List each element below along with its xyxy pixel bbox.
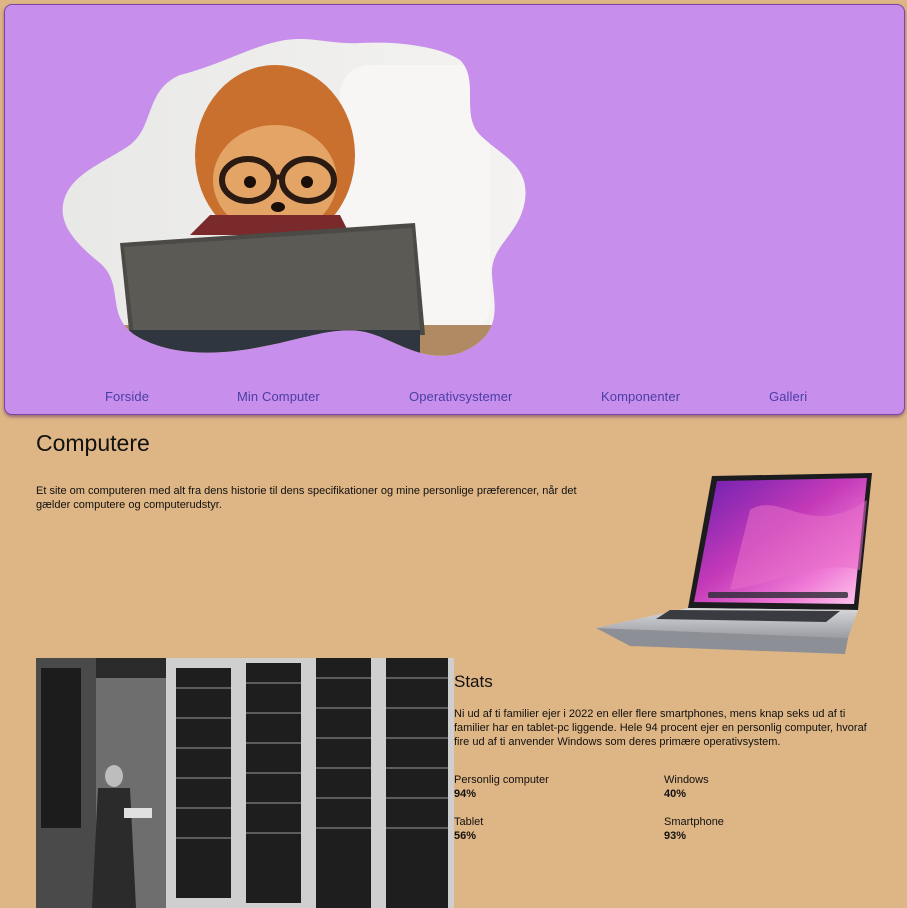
- page-title: Computere: [36, 430, 150, 456]
- nav-link-galleri[interactable]: Galleri: [769, 389, 807, 404]
- site-header: Forside Min Computer Operativsystemer Ko…: [4, 4, 905, 415]
- stat-label: Smartphone: [664, 816, 724, 828]
- stat-label: Personlig computer: [454, 774, 549, 786]
- nav-link-komponenter[interactable]: Komponenter: [601, 389, 680, 404]
- laptop-image: [596, 473, 872, 654]
- hero-dog-image: [62, 39, 526, 356]
- nav-link-min-computer[interactable]: Min Computer: [237, 389, 320, 404]
- stats-text: Ni ud af ti familier ejer i 2022 en elle…: [454, 708, 867, 748]
- stat-label: Windows: [664, 774, 709, 786]
- stat-value: 94%: [454, 788, 477, 800]
- stats-title: Stats: [454, 672, 493, 691]
- stat-windows: Windows 40%: [664, 773, 709, 801]
- stat-personlig-computer: Personlig computer 94%: [454, 773, 549, 801]
- stat-tablet: Tablet 56%: [454, 815, 483, 843]
- server-room-photo: [36, 658, 454, 908]
- intro-text: Et site om computeren med alt fra dens h…: [36, 485, 577, 511]
- nav-link-operativsystemer[interactable]: Operativsystemer: [409, 389, 512, 404]
- stat-value: 56%: [454, 830, 477, 842]
- stat-value: 40%: [664, 788, 687, 800]
- main-nav: Forside Min Computer Operativsystemer Ko…: [5, 389, 904, 413]
- stat-label: Tablet: [454, 816, 484, 828]
- nav-link-forside[interactable]: Forside: [105, 389, 149, 404]
- stat-smartphone: Smartphone 93%: [664, 815, 724, 843]
- stat-value: 93%: [664, 830, 687, 842]
